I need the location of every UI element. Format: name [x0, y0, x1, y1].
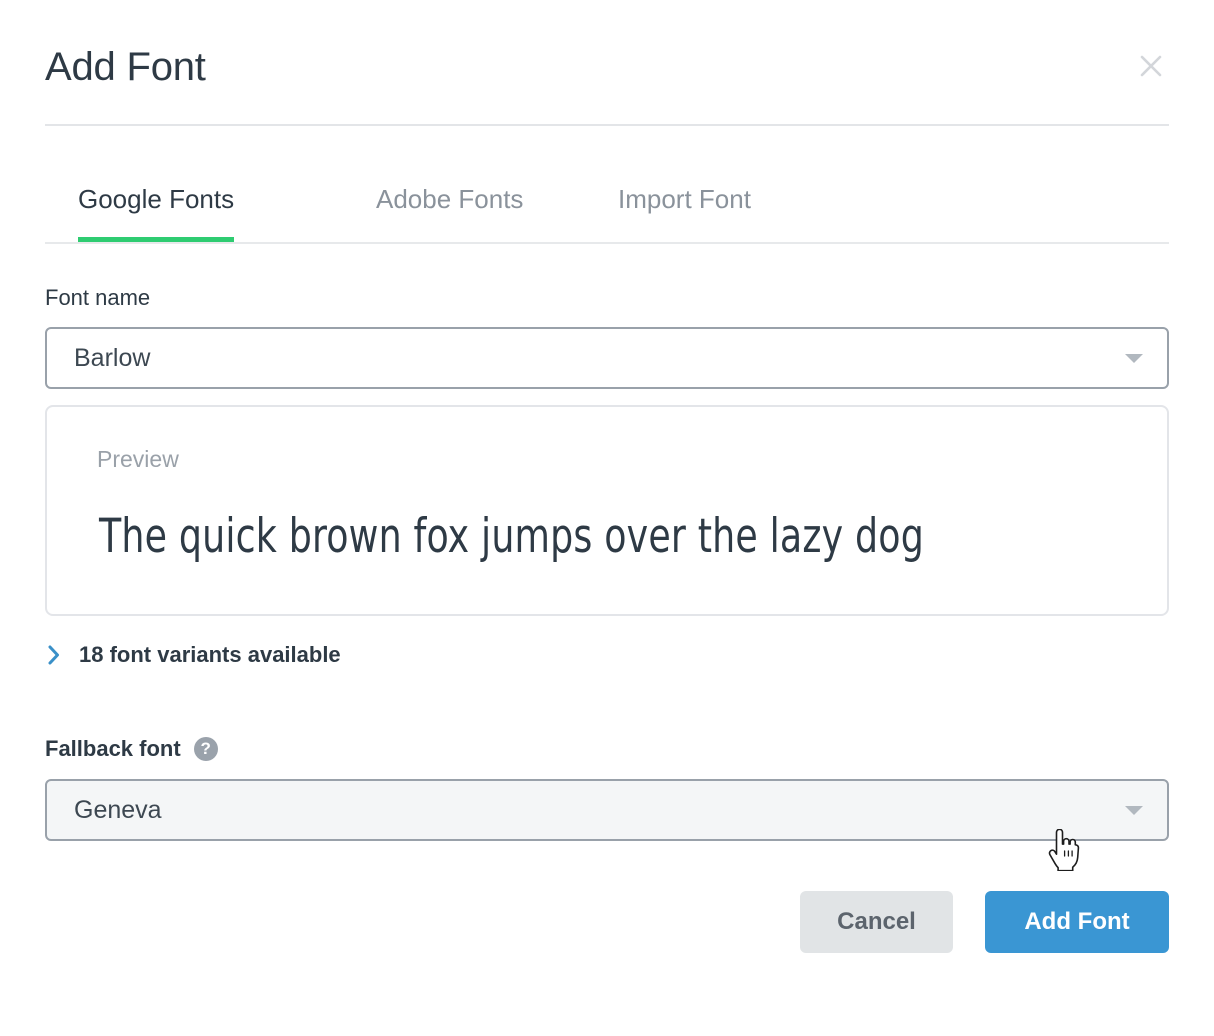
tab-import-font[interactable]: Import Font	[602, 168, 767, 242]
font-name-label: Font name	[45, 285, 150, 311]
preview-sample-text: The quick brown fox jumps over the lazy …	[99, 507, 924, 567]
font-variants-toggle[interactable]: 18 font variants available	[45, 638, 341, 672]
header-divider	[45, 124, 1169, 126]
fallback-font-label: Fallback font ?	[45, 736, 218, 762]
add-font-button[interactable]: Add Font	[985, 891, 1169, 953]
font-name-value: Barlow	[74, 329, 150, 387]
fallback-font-select[interactable]: Geneva	[45, 779, 1169, 841]
tab-label: Adobe Fonts	[376, 168, 523, 214]
fallback-font-value: Geneva	[74, 781, 162, 839]
tab-adobe-fonts[interactable]: Adobe Fonts	[360, 168, 539, 242]
fallback-font-label-text: Fallback font	[45, 736, 181, 762]
close-icon	[1137, 52, 1165, 80]
cancel-button[interactable]: Cancel	[800, 891, 953, 953]
tab-label: Google Fonts	[78, 168, 234, 214]
chevron-down-icon	[1125, 354, 1143, 363]
help-circle-icon[interactable]: ?	[194, 737, 218, 761]
add-font-dialog: Add Font Google Fonts Adobe Fonts Import…	[0, 0, 1214, 1036]
font-variants-label: 18 font variants available	[79, 641, 341, 669]
dialog-header: Add Font	[45, 40, 1169, 124]
preview-caption: Preview	[97, 445, 179, 473]
tab-label: Import Font	[618, 168, 751, 214]
font-name-select[interactable]: Barlow	[45, 327, 1169, 389]
font-preview-panel: Preview The quick brown fox jumps over t…	[45, 405, 1169, 616]
close-button[interactable]	[1133, 48, 1169, 84]
tab-google-fonts[interactable]: Google Fonts	[62, 168, 250, 242]
tab-bar: Google Fonts Adobe Fonts Import Font	[45, 168, 1169, 244]
chevron-down-icon	[1125, 806, 1143, 815]
chevron-right-icon	[45, 642, 63, 668]
page-title: Add Font	[45, 40, 206, 94]
